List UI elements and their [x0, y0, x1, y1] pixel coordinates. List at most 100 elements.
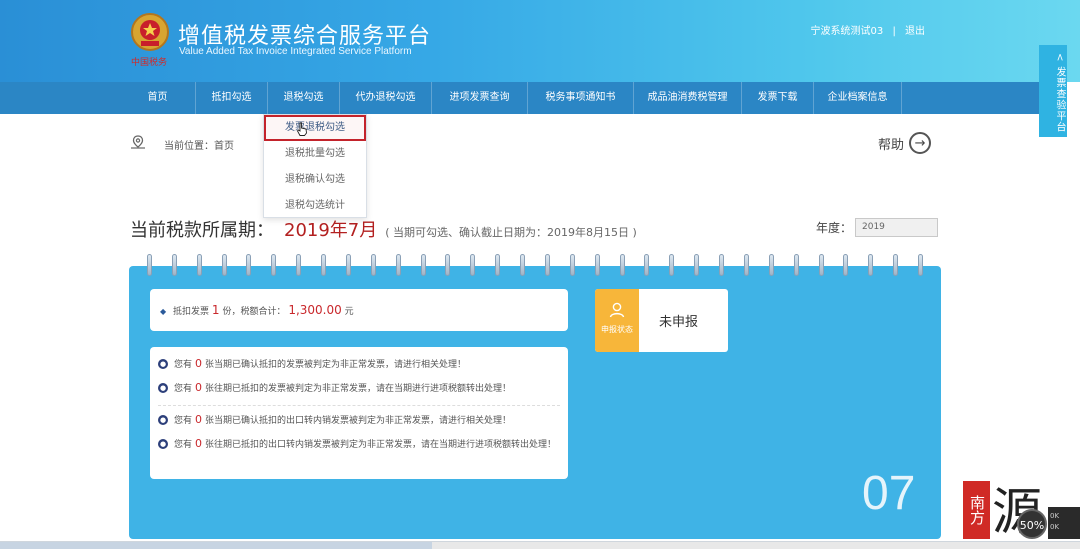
summary-amount: 1,300.00 [288, 303, 342, 317]
notice-divider [158, 405, 560, 406]
info-bullet-icon: ● [158, 415, 168, 425]
summary-unit: 份，税额合计： [222, 307, 286, 317]
declaration-status-badge: 申报状态 [595, 289, 639, 352]
binder-ring [893, 254, 899, 276]
nav-item-oil-tax[interactable]: 成品油消费税管理 [634, 82, 742, 114]
zoom-level-badge[interactable]: 50% [1017, 509, 1047, 539]
nav-item-input-invoice-query[interactable]: 进项发票查询 [432, 82, 528, 114]
binder-ring [171, 254, 177, 276]
notice-pre: 您有 [174, 416, 193, 426]
notice-text: 张当期已确认抵扣的发票被判定为非正常发票，请进行相关处理！ [205, 360, 467, 370]
binder-ring [495, 254, 501, 276]
notice-text: 张当期已确认抵扣的出口转内销发票被判定为非正常发票，请进行相关处理！ [205, 416, 512, 426]
summary-prefix: 抵扣发票 [173, 307, 210, 317]
binder-ring [868, 254, 874, 276]
tax-period-note: ( 当期可勾选、确认截止日期为：2019年8月15日 ) [385, 226, 637, 239]
binder-ring [146, 254, 152, 276]
dropdown-item-refund-batch-select[interactable]: 退税批量勾选 [264, 141, 366, 167]
nav-item-refund-select[interactable]: 退税勾选 [268, 82, 340, 114]
notice-count: 0 [195, 437, 203, 450]
horizontal-scrollbar[interactable] [0, 541, 1080, 549]
tax-period-value: 2019年7月 [284, 220, 378, 241]
binder-ring [843, 254, 849, 276]
declaration-status-value: 未申报 [659, 315, 699, 330]
nav-item-home[interactable]: 首页 [120, 82, 196, 114]
binder-ring [196, 254, 202, 276]
binder-ring [619, 254, 625, 276]
declaration-status-card: 申报状态 未申报 [595, 289, 728, 352]
info-bullet-icon: ● [158, 439, 168, 449]
header-banner: 中国税务 增值税发票综合服务平台 Value Added Tax Invoice… [0, 0, 1080, 82]
period-month-number: 07 [862, 467, 916, 520]
user-area: 宁波系统测试03 | 退出 [808, 22, 928, 37]
breadcrumb: 当前位置：首页 [164, 141, 234, 152]
tax-period-row: 当前税款所属期： 2019年7月 ( 当期可勾选、确认截止日期为：2019年8月… [130, 216, 637, 242]
binder-ring [345, 254, 351, 276]
notice-text: 张往期已抵扣的出口转内销发票被判定为非正常发票，请在当期进行进项税额转出处理！ [205, 440, 557, 450]
invoice-verify-side-tab[interactable]: < 发票查验平台 [1039, 45, 1067, 137]
page-subtitle: Value Added Tax Invoice Integrated Servi… [179, 46, 412, 57]
nav-item-tax-notice[interactable]: 税务事项通知书 [528, 82, 634, 114]
notice-item: ● 您有 0 张当期已确认抵扣的出口转内销发票被判定为非正常发票，请进行相关处理！ [158, 413, 560, 428]
binder-ring [395, 254, 401, 276]
arrow-right-circle-icon: → [909, 132, 932, 154]
notice-item: ● 您有 0 张当期已确认抵扣的发票被判定为非正常发票，请进行相关处理！ [158, 357, 560, 372]
binder-ring [768, 254, 774, 276]
nav-item-invoice-download[interactable]: 发票下载 [742, 82, 814, 114]
logout-link[interactable]: 退出 [905, 26, 925, 37]
binder-ring [470, 254, 476, 276]
declaration-status-label: 申报状态 [601, 325, 633, 334]
tax-emblem-icon [131, 13, 169, 51]
notice-count: 0 [195, 413, 203, 426]
user-name[interactable]: 宁波系统测试03 [811, 26, 884, 37]
dropdown-item-invoice-refund-select[interactable]: 发票退税勾选 [264, 115, 366, 141]
year-label: 年度： [816, 221, 853, 235]
binder-ring [793, 254, 799, 276]
scrollbar-thumb[interactable] [0, 542, 432, 549]
hand-cursor-icon [296, 122, 307, 136]
binder-ring [719, 254, 725, 276]
deduction-summary-card: ◆ 抵扣发票 1 份，税额合计： 1,300.00 元 [150, 289, 568, 331]
summary-currency: 元 [344, 307, 354, 317]
notice-text: 张往期已抵扣的发票被判定为非正常发票，请在当期进行进项税额转出处理！ [205, 384, 512, 394]
nav-item-agent-refund-select[interactable]: 代办退税勾选 [340, 82, 432, 114]
help-button[interactable]: 帮助 → [878, 132, 932, 154]
binder-ring [669, 254, 675, 276]
binder-ring [694, 254, 700, 276]
binder-ring [221, 254, 227, 276]
refund-select-dropdown: 发票退税勾选 退税批量勾选 退税确认勾选 退税勾选统计 [263, 114, 367, 218]
binder-ring [420, 254, 426, 276]
dropdown-item-refund-select-stats[interactable]: 退税勾选统计 [264, 193, 366, 219]
notice-item: ● 您有 0 张往期已抵扣的发票被判定为非正常发票，请在当期进行进项税额转出处理！ [158, 381, 560, 396]
location-pin-icon [131, 135, 145, 149]
notice-pre: 您有 [174, 440, 193, 450]
summary-count: 1 [211, 303, 220, 317]
dropdown-item-refund-confirm-select[interactable]: 退税确认勾选 [264, 167, 366, 193]
network-speed-widget: 0K 0K [1048, 507, 1080, 539]
binder-ring [818, 254, 824, 276]
tax-period-label: 当前税款所属期： [130, 220, 274, 241]
binder-ring [544, 254, 550, 276]
binder-ring [246, 254, 252, 276]
binder-rings [129, 254, 941, 278]
binder-ring [321, 254, 327, 276]
user-separator: | [892, 26, 896, 37]
net-download: 0K [1050, 523, 1060, 531]
nav-item-deduction-select[interactable]: 抵扣勾选 [196, 82, 268, 114]
binder-ring [445, 254, 451, 276]
year-select[interactable]: 2019 [855, 218, 938, 237]
notice-count: 0 [195, 381, 203, 394]
notice-item: ● 您有 0 张往期已抵扣的出口转内销发票被判定为非正常发票，请在当期进行进项税额转… [158, 437, 560, 452]
watermark-logo-box: 南方 [963, 481, 990, 539]
info-bullet-icon: ● [158, 359, 168, 369]
info-bullet-icon: ● [158, 383, 168, 393]
main-nav: 首页 抵扣勾选 退税勾选 代办退税勾选 进项发票查询 税务事项通知书 成品油消费… [0, 82, 1040, 114]
nav-item-company-profile[interactable]: 企业档案信息 [814, 82, 902, 114]
notices-card: ● 您有 0 张当期已确认抵扣的发票被判定为非正常发票，请进行相关处理！ ● 您有 0… [150, 347, 568, 479]
binder-ring [644, 254, 650, 276]
user-profile-icon [609, 302, 625, 318]
diamond-bullet-icon: ◆ [160, 307, 167, 316]
binder-ring [520, 254, 526, 276]
binder-ring [918, 254, 924, 276]
help-label: 帮助 [878, 137, 905, 153]
